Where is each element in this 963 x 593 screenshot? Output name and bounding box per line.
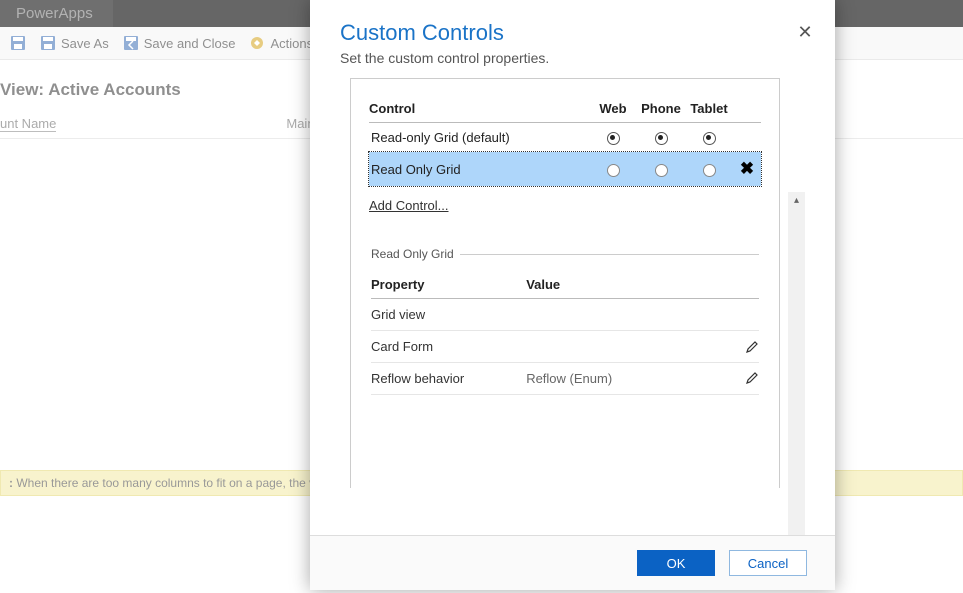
save-button[interactable]	[10, 35, 26, 51]
ok-button[interactable]: OK	[637, 550, 715, 576]
custom-controls-dialog: Custom Controls Set the custom control p…	[310, 0, 835, 590]
radio-phone-default[interactable]	[655, 132, 668, 145]
dialog-footer: OK Cancel	[310, 535, 835, 590]
actions-label: Actions	[270, 36, 313, 51]
save-as-button[interactable]: Save As	[40, 35, 109, 51]
properties-legend: Read Only Grid	[371, 247, 460, 261]
col-property: Property	[371, 271, 526, 299]
remove-control-button[interactable]: ✖	[740, 159, 754, 178]
close-icon: ✕	[797, 22, 812, 43]
property-value	[526, 299, 759, 331]
save-close-label: Save and Close	[144, 36, 236, 51]
save-as-icon	[40, 35, 56, 51]
dialog-body: Control Web Phone Tablet Read-only Grid …	[350, 78, 780, 488]
col-tablet: Tablet	[685, 97, 733, 123]
dialog-subtitle: Set the custom control properties.	[340, 50, 805, 66]
col-value: Value	[526, 271, 759, 299]
controls-table: Control Web Phone Tablet Read-only Grid …	[369, 97, 761, 186]
control-name: Read-only Grid (default)	[369, 123, 589, 153]
save-and-close-button[interactable]: Save and Close	[123, 35, 236, 51]
vertical-scrollbar[interactable]: ▴ ▾	[788, 192, 805, 535]
col-control: Control	[369, 97, 589, 123]
actions-icon	[249, 35, 265, 51]
pencil-icon	[745, 371, 759, 385]
radio-tablet-readonly[interactable]	[703, 164, 716, 177]
edit-property-button[interactable]	[745, 371, 759, 385]
control-row-selected[interactable]: Read Only Grid ✖	[369, 152, 761, 186]
dialog-title: Custom Controls	[340, 20, 805, 46]
radio-web-default[interactable]	[607, 132, 620, 145]
scroll-up-icon[interactable]: ▴	[788, 192, 805, 209]
property-row: Grid view	[371, 299, 759, 331]
brand-label: PowerApps	[0, 0, 113, 27]
save-as-label: Save As	[61, 36, 109, 51]
save-close-icon	[123, 35, 139, 51]
col-phone: Phone	[637, 97, 685, 123]
col-web: Web	[589, 97, 637, 123]
close-button[interactable]: ✕	[795, 22, 815, 42]
radio-phone-readonly[interactable]	[655, 164, 668, 177]
control-name: Read Only Grid	[369, 152, 589, 186]
column-header-name[interactable]: unt Name	[0, 116, 56, 132]
property-name: Card Form	[371, 331, 526, 363]
pencil-icon	[745, 340, 759, 354]
property-row: Reflow behavior Reflow (Enum)	[371, 363, 759, 395]
properties-panel: Read Only Grid Property Value Grid view	[371, 247, 759, 395]
property-name: Grid view	[371, 299, 526, 331]
edit-property-button[interactable]	[745, 340, 759, 354]
add-control-link[interactable]: Add Control...	[369, 198, 449, 213]
radio-tablet-default[interactable]	[703, 132, 716, 145]
property-row: Card Form	[371, 331, 759, 363]
cancel-button[interactable]: Cancel	[729, 550, 807, 576]
radio-web-readonly[interactable]	[607, 164, 620, 177]
control-row-default[interactable]: Read-only Grid (default)	[369, 123, 761, 153]
property-name: Reflow behavior	[371, 363, 526, 395]
save-icon	[10, 35, 26, 51]
property-value: Reflow (Enum)	[526, 371, 612, 386]
